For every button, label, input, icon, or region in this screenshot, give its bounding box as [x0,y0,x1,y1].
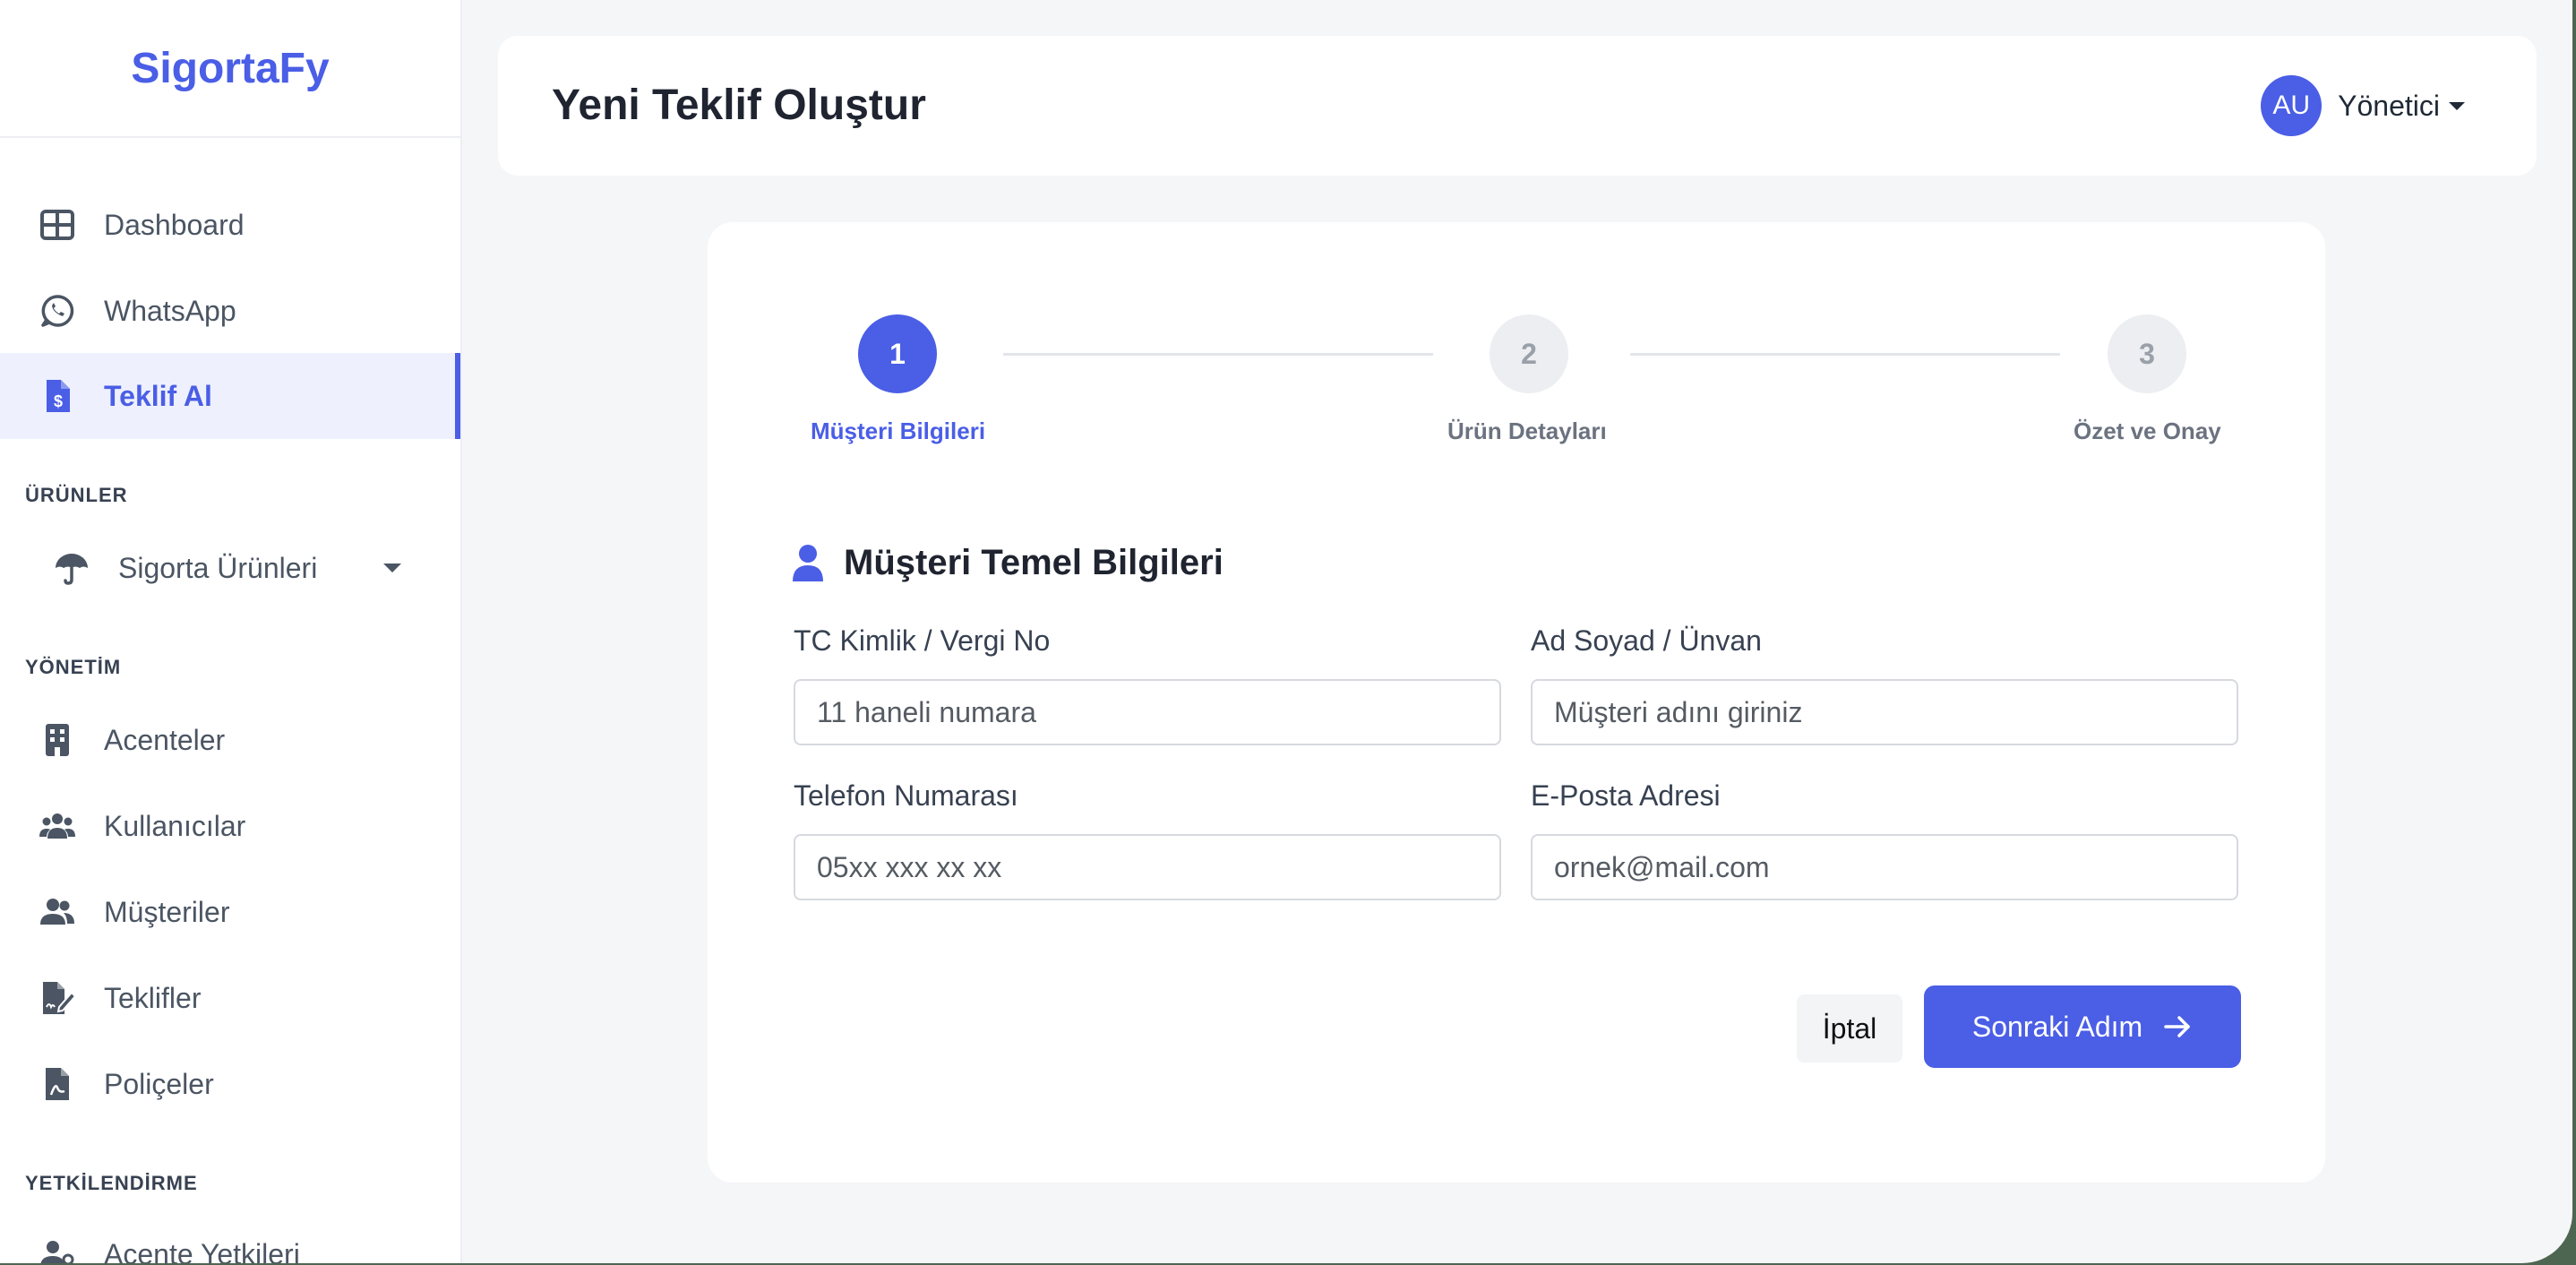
tc-input[interactable] [794,679,1501,745]
step-3-label: Özet ve Onay [2074,417,2221,444]
sidebar-item-whatsapp[interactable]: WhatsApp [0,268,460,354]
users-icon [39,813,75,839]
step-1-label: Müşteri Bilgileri [811,417,986,444]
user-menu[interactable]: AU Yönetici [2261,75,2465,136]
step-1-circle[interactable]: 1 [858,314,937,393]
step-connector [1630,353,2060,356]
step-connector [1003,353,1433,356]
quote-form-card: 1 2 3 Müşteri Bilgileri Ürün Detayları Ö… [708,222,2325,1183]
sidebar-item-label: Dashboard [104,208,245,241]
avatar: AU [2261,75,2323,136]
top-header: Yeni Teklif Oluştur AU Yönetici [498,36,2537,176]
user-icon [793,545,823,581]
step-2-label: Ürün Detayları [1447,417,1607,444]
whatsapp-icon [41,295,74,327]
step-3-circle[interactable]: 3 [2108,314,2186,393]
sidebar-item-label: WhatsApp [104,294,236,327]
brand-area: SigortaFy [0,0,460,138]
user-name: Yönetici [2338,89,2440,122]
tc-label: TC Kimlik / Vergi No [794,624,1051,657]
step-2-circle[interactable]: 2 [1490,314,1568,393]
file-dollar-icon: $ [47,380,70,412]
user-key-icon [40,1241,74,1263]
sidebar-item-label: Kullanıcılar [104,809,246,842]
sidebar: SigortaFy Dashboard WhatsApp $ Teklif Al… [0,0,462,1263]
sidebar-item-dashboard[interactable]: Dashboard [0,182,460,268]
sidebar-item-policeler[interactable]: Poliçeler [0,1041,460,1127]
sidebar-item-musteriler[interactable]: Müşteriler [0,869,460,955]
sidebar-item-label: Teklif Al [104,379,212,412]
chevron-down-icon [383,564,401,572]
app-window: SigortaFy Dashboard WhatsApp $ Teklif Al… [0,0,2572,1263]
umbrella-icon [56,554,88,585]
name-label: Ad Soyad / Ünvan [1531,624,1762,657]
arrow-right-icon [2164,1016,2190,1037]
sidebar-item-label: Acente Yetkileri [104,1237,300,1264]
sidebar-item-acenteler[interactable]: Acenteler [0,697,460,783]
grid-icon [40,210,74,240]
sidebar-item-label: Acenteler [104,723,226,756]
email-label: E-Posta Adresi [1531,779,1721,812]
brand-logo[interactable]: SigortaFy [131,44,329,93]
file-signature-icon [43,982,75,1014]
sidebar-item-label: Poliçeler [104,1067,214,1100]
name-input[interactable] [1531,679,2238,745]
user-group-icon [40,899,74,925]
products-dropdown[interactable]: Sigorta Ürünleri [0,525,460,611]
sidebar-item-label: Teklifler [104,981,202,1014]
sidebar-item-teklifler[interactable]: Teklifler [0,955,460,1041]
svg-text:$: $ [54,392,63,410]
phone-label: Telefon Numarası [794,779,1018,812]
form-section-title: Müşteri Temel Bilgileri [844,542,1224,582]
section-title-management: YÖNETİM [25,656,122,678]
phone-input[interactable] [794,834,1501,900]
cancel-button[interactable]: İptal [1797,994,1902,1063]
building-icon [46,724,69,756]
form-section-header: Müşteri Temel Bilgileri [792,536,1224,589]
section-title-authorization: YETKİLENDİRME [25,1172,198,1194]
caret-down-icon [2449,101,2465,110]
section-title-products: ÜRÜNLER [25,484,128,506]
sidebar-item-kullanicilar[interactable]: Kullanıcılar [0,783,460,869]
sidebar-item-teklif-al[interactable]: $ Teklif Al [0,353,460,439]
products-dropdown-label: Sigorta Ürünleri [118,551,318,584]
file-pdf-icon [46,1068,69,1100]
next-step-label: Sonraki Adım [1971,1010,2143,1043]
sidebar-item-label: Müşteriler [104,895,230,928]
next-step-button[interactable]: Sonraki Adım [1924,985,2241,1068]
sidebar-item-acente-yetkileri[interactable]: Acente Yetkileri [0,1211,460,1263]
email-input[interactable] [1531,834,2238,900]
page-title: Yeni Teklif Oluştur [552,82,926,129]
